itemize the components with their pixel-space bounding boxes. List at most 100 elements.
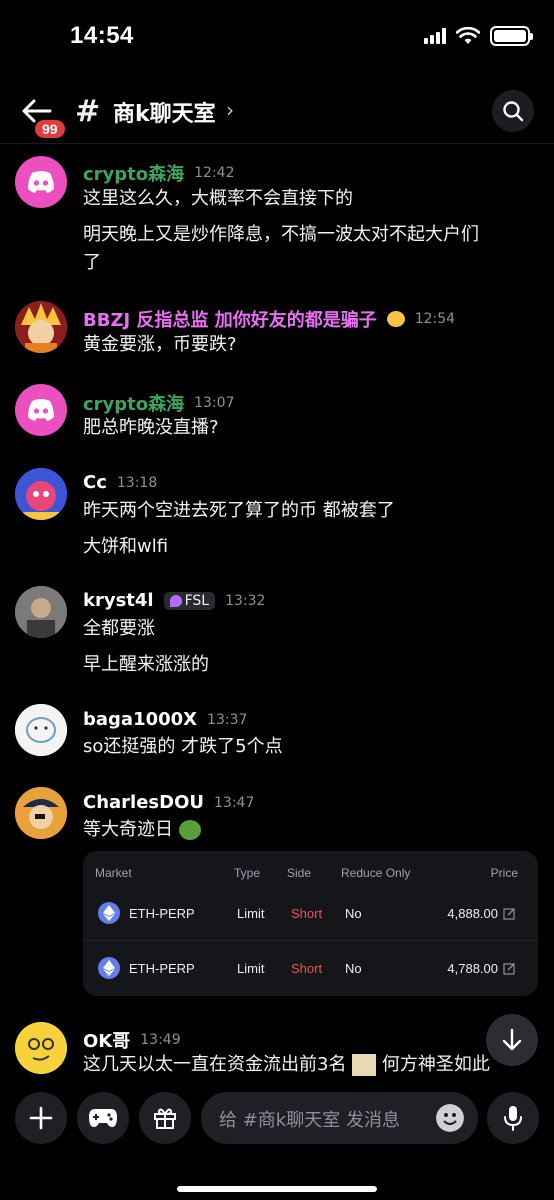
status-time: 14:54 [70, 22, 134, 49]
edit-icon[interactable] [503, 907, 516, 920]
timestamp: 13:32 [225, 592, 266, 609]
username[interactable]: crypto森海 [83, 390, 184, 416]
avatar[interactable] [15, 704, 67, 756]
crown-emoji-icon [386, 311, 405, 327]
username[interactable]: kryst4l [83, 590, 154, 611]
timestamp: 13:07 [194, 395, 235, 411]
timestamp: 13:18 [116, 474, 158, 491]
avatar[interactable] [15, 384, 67, 436]
plus-icon [29, 1106, 53, 1130]
games-button[interactable] [77, 1092, 129, 1144]
search-button[interactable] [492, 90, 534, 132]
timestamp: 13:49 [140, 1032, 181, 1048]
scroll-to-bottom-button[interactable] [486, 1014, 538, 1066]
avatar[interactable] [15, 468, 67, 520]
order-type: Limit [237, 906, 265, 921]
message-text: so还挺强的 才跌了5个点 [83, 736, 283, 757]
message-text: 这里这么久，大概率不会直接下的 [83, 188, 353, 209]
username[interactable]: CharlesDOU [83, 792, 204, 813]
arrow-down-icon [502, 1028, 522, 1051]
pirate-avatar-icon [15, 787, 67, 839]
role-tag[interactable]: FSL [163, 591, 216, 610]
voice-message-button[interactable] [487, 1092, 539, 1144]
cellular-signal-icon [424, 28, 446, 44]
row-divider [83, 940, 538, 941]
order-reduce-only: No [345, 961, 362, 976]
meme-emoji-icon [352, 1054, 377, 1076]
discord-logo-icon [28, 171, 54, 193]
message-text: 大饼和wlfi [83, 536, 169, 557]
timestamp: 13:37 [207, 711, 248, 728]
order-type: Limit [237, 961, 265, 976]
message-list[interactable]: crypto森海 12:42 这里这么久，大概率不会直接下的 明天晚上又是炒作降… [0, 146, 554, 1078]
emoji-icon[interactable] [436, 1104, 464, 1132]
order-price: 4,888.00 [447, 906, 498, 921]
username[interactable]: baga1000X [83, 709, 197, 730]
message-text: 黄金要涨，币要跌? [83, 334, 237, 355]
order-side: Short [291, 906, 323, 921]
search-icon [503, 101, 524, 122]
column-header-type: Type [234, 866, 261, 880]
unread-badge: 99 [33, 118, 67, 140]
timestamp: 13:47 [214, 794, 255, 811]
message-text-content: 等大奇迹日 [83, 819, 173, 840]
message-text: 这几天以太一直在资金流出前3名 何方神圣如此 [83, 1053, 490, 1077]
message-text: 等大奇迹日 [83, 818, 201, 842]
channel-header: 99 # 商k聊天室 › [0, 82, 554, 144]
message-text: 明天晚上又是炒作降息，不搞一波太对不起大户们 [83, 224, 479, 245]
home-indicator [177, 1186, 377, 1192]
message-input[interactable]: 给 #商k聊天室 发消息 [201, 1092, 478, 1144]
message-input-placeholder: 给 #商k聊天室 发消息 [219, 1110, 400, 1131]
order-market: ETH-PERP [129, 961, 195, 976]
status-icons [424, 26, 533, 46]
role-tag-label: FSL [184, 592, 210, 609]
avatar[interactable] [15, 787, 67, 839]
username[interactable]: OK哥 [83, 1027, 130, 1053]
discord-logo-icon [28, 399, 54, 421]
gamepad-icon [89, 1109, 117, 1127]
anime-avatar-icon [15, 301, 67, 353]
message-text-content: 何方神圣如此 [381, 1054, 490, 1075]
message-text-content: 这几天以太一直在资金流出前3名 [83, 1054, 347, 1075]
add-attachment-button[interactable] [15, 1092, 67, 1144]
column-header-price: Price [490, 866, 518, 880]
message-text: 了 [83, 252, 101, 273]
wifi-icon [456, 27, 480, 44]
order-card: Market Type Side Reduce Only Price ETH-P… [83, 851, 538, 996]
gift-icon [154, 1108, 176, 1129]
sketch-avatar-icon [15, 704, 67, 756]
column-header-side: Side [287, 866, 312, 880]
edit-icon[interactable] [503, 962, 516, 975]
order-market: ETH-PERP [129, 906, 195, 921]
username[interactable]: crypto森海 [83, 160, 184, 186]
avatar[interactable] [15, 1022, 67, 1074]
photo-avatar-icon [15, 586, 67, 638]
message-text: 昨天两个空进去死了算了的币 都被套了 [83, 500, 395, 521]
timestamp: 12:42 [194, 165, 235, 181]
status-bar: 14:54 [0, 0, 554, 80]
username[interactable]: BBZJ 反指总监 加你好友的都是骗子 [83, 306, 377, 332]
battery-icon [490, 26, 533, 46]
message-text: 肥总昨晚没直播? [83, 417, 219, 438]
username[interactable]: Cc [83, 472, 107, 493]
order-price: 4,788.00 [447, 961, 498, 976]
ethereum-icon [98, 957, 120, 979]
chevron-right-icon[interactable]: › [226, 98, 234, 122]
avatar[interactable] [15, 156, 67, 208]
timestamp: 12:54 [414, 311, 456, 327]
channel-title[interactable]: 商k聊天室 [113, 96, 216, 128]
message-text: 早上醒来涨涨的 [83, 654, 209, 675]
gift-button[interactable] [139, 1092, 191, 1144]
avatar[interactable] [15, 586, 67, 638]
pepe-emoji-icon [178, 820, 201, 840]
column-header-reduce-only: Reduce Only [341, 866, 411, 880]
column-header-market: Market [95, 866, 132, 880]
order-side: Short [291, 961, 323, 976]
flame-icon [169, 594, 182, 607]
ethereum-icon [98, 902, 120, 924]
cartoon-avatar-icon [15, 468, 67, 520]
avatar[interactable] [15, 301, 67, 353]
composer-bar: 给 #商k聊天室 发消息 [0, 1080, 554, 1200]
order-reduce-only: No [345, 906, 362, 921]
message-text: 全都要涨 [83, 618, 155, 639]
